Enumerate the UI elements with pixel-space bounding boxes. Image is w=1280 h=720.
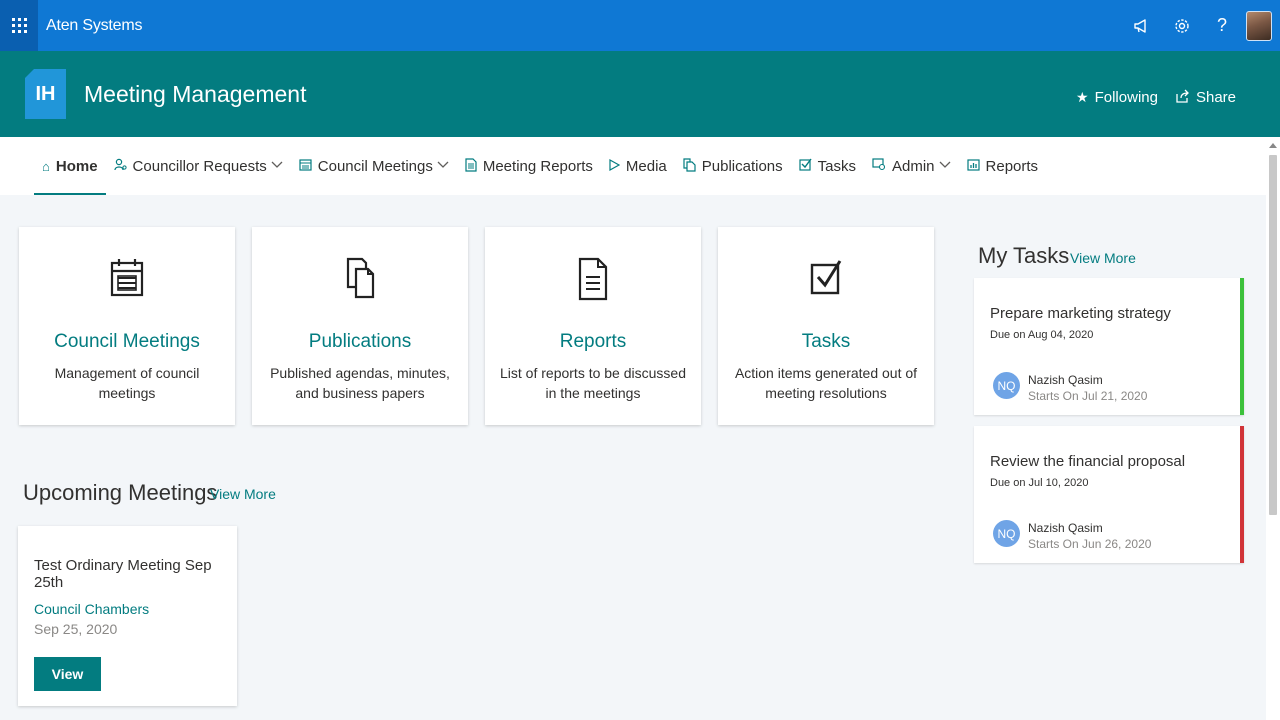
following-button[interactable]: ★ Following (1076, 89, 1158, 106)
task-card[interactable]: Review the financial proposal Due on Jul… (974, 426, 1244, 563)
upcoming-view-more-link[interactable]: View More (210, 486, 276, 502)
assignee-avatar: NQ (993, 520, 1020, 547)
nav-label: Admin (892, 157, 935, 175)
share-icon (1176, 89, 1190, 106)
app-launcher-button[interactable] (0, 0, 38, 51)
document-icon (465, 157, 477, 175)
quick-link-council-meetings[interactable]: Council Meetings Management of council m… (19, 227, 235, 425)
assignee-name: Nazish Qasim (1028, 373, 1103, 387)
page-scrollbar[interactable] (1266, 137, 1280, 720)
nav-item-media[interactable]: Media (601, 137, 675, 195)
my-tasks-heading: My Tasks (978, 243, 1070, 268)
megaphone-icon[interactable] (1122, 0, 1162, 51)
task-card[interactable]: Prepare marketing strategy Due on Aug 04… (974, 278, 1244, 415)
nav-item-admin[interactable]: Admin (864, 137, 959, 195)
site-logo[interactable]: IH (25, 69, 66, 119)
nav-item-meeting-reports[interactable]: Meeting Reports (457, 137, 601, 195)
nav-item-councillor-requests[interactable]: Councillor Requests (106, 137, 291, 195)
scroll-up-arrow-icon[interactable] (1269, 143, 1277, 148)
meeting-title: Test Ordinary Meeting Sep 25th (34, 557, 212, 591)
chart-icon (966, 158, 980, 174)
play-icon (609, 158, 621, 174)
quick-link-title: Reports (559, 331, 627, 352)
share-button[interactable]: Share (1176, 89, 1236, 106)
nav-label: Media (625, 157, 667, 175)
assignee-name: Nazish Qasim (1028, 521, 1103, 535)
nav-item-publications[interactable]: Publications (675, 137, 791, 195)
quick-link-title: Tasks (801, 331, 851, 352)
star-icon: ★ (1076, 89, 1089, 105)
top-navigation: ⌂ Home Councillor Requests Council Meeti… (0, 137, 1266, 195)
nav-label: Home (55, 157, 98, 175)
tasks-view-more-link[interactable]: View More (1070, 250, 1136, 266)
user-avatar[interactable] (1246, 10, 1272, 41)
view-meeting-button[interactable]: View (34, 657, 101, 691)
task-due-date: Due on Aug 04, 2020 (990, 329, 1094, 341)
nav-item-tasks[interactable]: Tasks (791, 137, 864, 195)
nav-item-council-meetings[interactable]: Council Meetings (291, 137, 457, 195)
upcoming-meetings-heading: Upcoming Meetings (23, 480, 218, 505)
quick-link-description: Published agendas, minutes, and business… (270, 365, 450, 401)
gear-icon[interactable] (1162, 0, 1202, 51)
quick-link-reports[interactable]: Reports List of reports to be discussed … (485, 227, 701, 425)
share-label: Share (1195, 89, 1236, 106)
quick-link-description: Action items generated out of meeting re… (734, 365, 918, 401)
nav-item-home[interactable]: ⌂ Home (34, 137, 106, 195)
checkbox-icon (799, 158, 812, 174)
quick-link-description: Management of council meetings (54, 365, 200, 401)
quick-link-publications[interactable]: Publications Published agendas, minutes,… (252, 227, 468, 425)
task-status-bar (1240, 426, 1244, 563)
task-start-date: Starts On Jun 26, 2020 (1028, 537, 1152, 551)
following-label: Following (1094, 89, 1158, 106)
task-title: Review the financial proposal (990, 453, 1186, 470)
nav-label: Tasks (817, 157, 856, 175)
nav-label: Councillor Requests (132, 157, 267, 175)
task-status-bar (1240, 278, 1244, 415)
copy-icon (683, 157, 696, 175)
suite-bar: Aten Systems ? (0, 0, 1280, 51)
nav-label: Meeting Reports (482, 157, 593, 175)
meeting-location[interactable]: Council Chambers (34, 601, 149, 617)
quick-link-title: Publications (308, 331, 412, 352)
copy-icon (252, 257, 468, 299)
chevron-down-icon (437, 160, 449, 172)
task-start-date: Starts On Jul 21, 2020 (1028, 389, 1148, 403)
chevron-down-icon (939, 160, 951, 172)
nav-item-reports[interactable]: Reports (959, 137, 1047, 195)
chevron-down-icon (271, 160, 283, 172)
task-due-date: Due on Jul 10, 2020 (990, 477, 1089, 489)
organization-name[interactable]: Aten Systems (46, 17, 143, 35)
admin-icon (872, 158, 886, 174)
document-icon (485, 257, 701, 301)
quick-link-tasks[interactable]: Tasks Action items generated out of meet… (718, 227, 934, 425)
calendar-icon (19, 257, 235, 299)
assignee-avatar: NQ (993, 372, 1020, 399)
site-title[interactable]: Meeting Management (84, 81, 306, 108)
calendar-icon (299, 158, 312, 174)
nav-label: Reports (985, 157, 1039, 175)
nav-label: Council Meetings (317, 157, 433, 175)
home-icon: ⌂ (42, 158, 50, 174)
task-title: Prepare marketing strategy (990, 305, 1171, 322)
waffle-icon (11, 18, 27, 33)
quick-link-description: List of reports to be discussed in the m… (500, 365, 686, 401)
checkbox-icon (718, 257, 934, 299)
nav-label: Publications (701, 157, 783, 175)
meeting-card[interactable]: Test Ordinary Meeting Sep 25th Council C… (18, 526, 237, 706)
site-logo-text: IH (35, 82, 56, 105)
quick-link-title: Council Meetings (54, 331, 200, 352)
scroll-thumb[interactable] (1269, 155, 1277, 515)
site-header: IH Meeting Management ★ Following Share (0, 51, 1280, 137)
help-icon[interactable]: ? (1202, 0, 1242, 51)
meeting-date: Sep 25, 2020 (34, 621, 118, 637)
person-icon (113, 158, 127, 174)
